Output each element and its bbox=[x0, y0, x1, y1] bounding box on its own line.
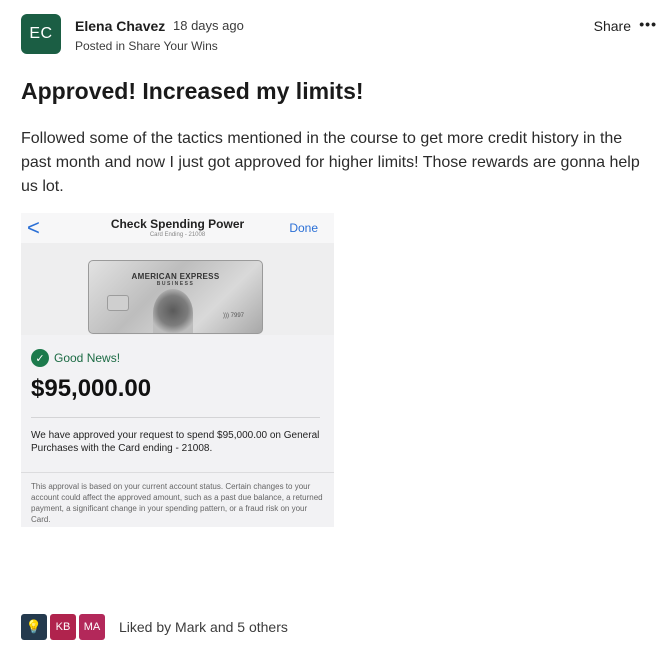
author-name[interactable]: Elena Chavez bbox=[75, 18, 165, 34]
screenshot-title: Check Spending Power bbox=[110, 217, 245, 231]
card-brand: AMERICAN EXPRESS bbox=[131, 272, 220, 281]
post-body: Followed some of the tactics mentioned i… bbox=[21, 130, 640, 195]
fine-print: This approval is based on your current a… bbox=[31, 482, 323, 524]
screenshot-topbar: < Check Spending Power Card Ending - 210… bbox=[21, 213, 334, 243]
post-timestamp: 18 days ago bbox=[173, 18, 244, 33]
screenshot-done-label: Done bbox=[289, 221, 318, 235]
post-header: EC Elena Chavez 18 days ago Posted in Sh… bbox=[21, 14, 657, 56]
checkmark-icon: ✓ bbox=[31, 349, 49, 367]
more-options-icon[interactable]: ••• bbox=[639, 16, 657, 32]
screenshot-card-ending: Card Ending - 21008 bbox=[149, 232, 206, 238]
card-chip-icon bbox=[107, 295, 129, 311]
divider bbox=[31, 417, 320, 418]
share-button[interactable]: Share bbox=[594, 18, 631, 34]
post-title: Approved! Increased my limits! bbox=[21, 78, 364, 104]
liked-by-text[interactable]: Liked by Mark and 5 others bbox=[119, 619, 288, 635]
approved-amount: $95,000.00 bbox=[31, 375, 152, 402]
card-area: AMERICAN EXPRESS BUSINESS ))) 7997 bbox=[21, 243, 334, 335]
likes-row[interactable]: 💡 KB MA Liked by Mark and 5 others bbox=[21, 614, 288, 640]
centurion-portrait-icon bbox=[153, 289, 193, 333]
attached-image[interactable]: < Check Spending Power Card Ending - 210… bbox=[21, 213, 334, 527]
approval-message: We have approved your request to spend $… bbox=[31, 430, 320, 454]
good-news-label: ✓ Good News! bbox=[31, 349, 120, 367]
liker-avatar: KB bbox=[50, 614, 76, 640]
author-avatar[interactable]: EC bbox=[21, 14, 61, 54]
divider bbox=[21, 472, 334, 473]
posted-in-label[interactable]: Posted in Share Your Wins bbox=[75, 39, 218, 53]
contactless-icon: ))) 7997 bbox=[223, 313, 245, 319]
card-subtitle: BUSINESS bbox=[156, 281, 195, 287]
good-news-text: Good News! bbox=[54, 351, 121, 365]
amex-card-image: AMERICAN EXPRESS BUSINESS ))) 7997 bbox=[88, 260, 263, 334]
liker-avatar: MA bbox=[79, 614, 105, 640]
liker-avatar: 💡 bbox=[21, 614, 47, 640]
